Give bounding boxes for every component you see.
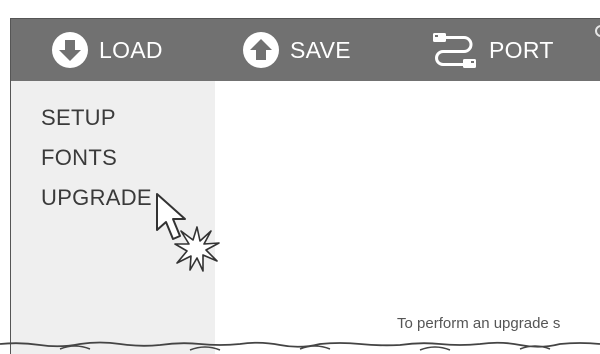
- save-label: SAVE: [290, 36, 351, 63]
- usb-cable-icon: [431, 30, 479, 70]
- save-button[interactable]: SAVE: [242, 19, 351, 81]
- upgrade-instruction-text: To perform an upgrade s: [397, 315, 561, 332]
- menu-item-setup[interactable]: SETUP: [41, 105, 116, 131]
- download-circle-icon: [51, 31, 89, 69]
- menu-item-fonts[interactable]: FONTS: [41, 145, 117, 171]
- app-window: LOAD SAVE PORT SETUP FONTS UPGRADE To pe…: [10, 18, 600, 354]
- load-button[interactable]: LOAD: [51, 19, 163, 81]
- load-label: LOAD: [99, 36, 163, 63]
- truncated-toolbar-icon: [595, 25, 600, 37]
- menu-item-upgrade[interactable]: UPGRADE: [41, 185, 152, 211]
- torn-edge: [0, 341, 600, 351]
- port-button[interactable]: PORT: [431, 19, 554, 81]
- click-burst-icon: [173, 225, 221, 278]
- upload-circle-icon: [242, 31, 280, 69]
- port-label: PORT: [489, 36, 554, 63]
- toolbar: LOAD SAVE PORT: [11, 19, 600, 81]
